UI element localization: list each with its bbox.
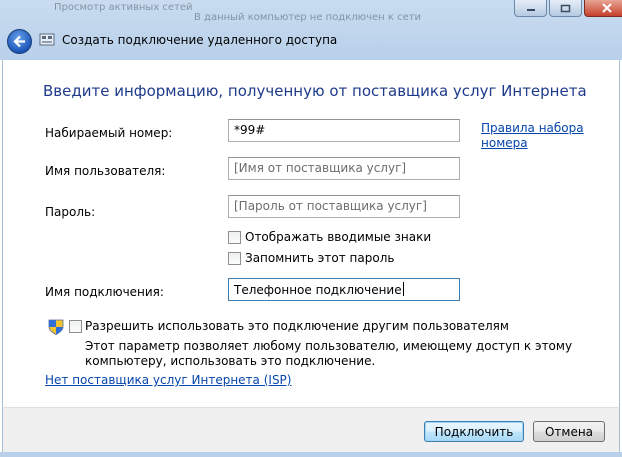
- show-characters-checkbox[interactable]: [228, 231, 241, 244]
- connect-button[interactable]: Подключить: [424, 421, 524, 442]
- show-characters-label: Отображать вводимые знаки: [245, 230, 432, 244]
- allow-others-label: Разрешить использовать это подключение д…: [85, 319, 509, 333]
- back-arrow-icon: [13, 35, 25, 48]
- minimize-icon[interactable]: [514, 0, 547, 17]
- window-title: Создать подключение удаленного доступа: [62, 33, 338, 47]
- maximize-icon[interactable]: [549, 0, 582, 17]
- username-label: Имя пользователя:: [45, 164, 166, 178]
- dialup-connection-icon: [39, 33, 55, 46]
- cancel-button[interactable]: Отмена: [533, 421, 605, 442]
- text-caret: [402, 282, 404, 296]
- dial-number-label: Набираемый номер:: [45, 126, 173, 140]
- background-window-text: Просмотр активных сетей В данный компьют…: [40, 0, 540, 22]
- connection-name-label: Имя подключения:: [45, 285, 164, 299]
- connection-name-field[interactable]: Телефонное подключение: [228, 278, 460, 301]
- allow-others-checkbox[interactable]: [69, 320, 82, 333]
- window-controls: [514, 0, 622, 17]
- dial-number-field[interactable]: *99#: [228, 119, 460, 142]
- background-line-2: В данный компьютер не подключен к сети: [194, 12, 422, 22]
- background-line-1: Просмотр активных сетей: [54, 2, 193, 13]
- window-frame-bottom: [0, 452, 622, 457]
- dialing-rules-link[interactable]: Правила набора: [481, 121, 584, 135]
- no-isp-link[interactable]: Нет поставщика услуг Интернета (ISP): [45, 373, 291, 387]
- connection-name-value: Телефонное подключение: [234, 283, 402, 297]
- remember-password-label: Запомнить этот пароль: [245, 251, 395, 265]
- close-icon[interactable]: [584, 0, 622, 17]
- back-button[interactable]: [7, 29, 32, 54]
- password-field[interactable]: [Пароль от поставщика услуг]: [228, 195, 460, 218]
- dialing-rules-link-line2[interactable]: номера: [481, 136, 528, 150]
- instruction-heading: Введите информацию, полученную от постав…: [43, 82, 587, 100]
- allow-others-description-1: Этот параметр позволяет любому пользоват…: [85, 339, 573, 353]
- title-bar: Просмотр активных сетей В данный компьют…: [0, 0, 622, 60]
- button-bar: [2, 407, 620, 454]
- uac-shield-icon: [48, 319, 64, 335]
- allow-others-description-2: компьютеру, использовать это подключение…: [85, 354, 376, 368]
- remember-password-checkbox[interactable]: [228, 252, 241, 265]
- username-field[interactable]: [Имя от поставщика услуг]: [228, 157, 460, 180]
- password-label: Пароль:: [45, 205, 96, 219]
